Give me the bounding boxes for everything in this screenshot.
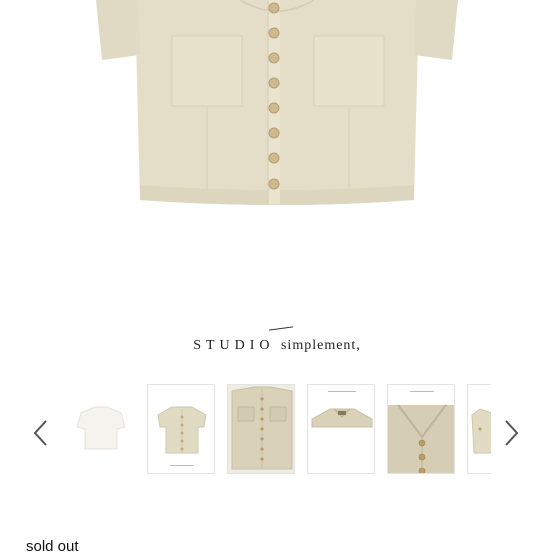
thumbnail-button-closeup[interactable]	[387, 384, 455, 474]
chevron-left-icon	[33, 420, 47, 446]
gallery-prev-button[interactable]	[31, 418, 51, 448]
gallery-next-button[interactable]	[501, 418, 521, 448]
thumbnail-flat-lay[interactable]	[227, 384, 295, 474]
thumbnail-strip	[66, 384, 491, 476]
thumbnail-ivory-top[interactable]	[66, 384, 134, 474]
logo-accent-mark	[269, 326, 294, 331]
product-main-image	[0, 0, 554, 300]
chevron-right-icon	[505, 420, 519, 446]
brand-name-text: simplement,	[280, 338, 361, 353]
brand-studio-text: STUDIO	[193, 338, 275, 353]
thumbnail-side-view[interactable]	[467, 384, 491, 474]
thumbnail-collar-closeup[interactable]	[307, 384, 375, 474]
sold-out-label: sold out	[26, 538, 79, 555]
brand-logo: STUDIO simplement,	[0, 326, 554, 354]
thumbnail-beige-front[interactable]	[147, 384, 215, 474]
